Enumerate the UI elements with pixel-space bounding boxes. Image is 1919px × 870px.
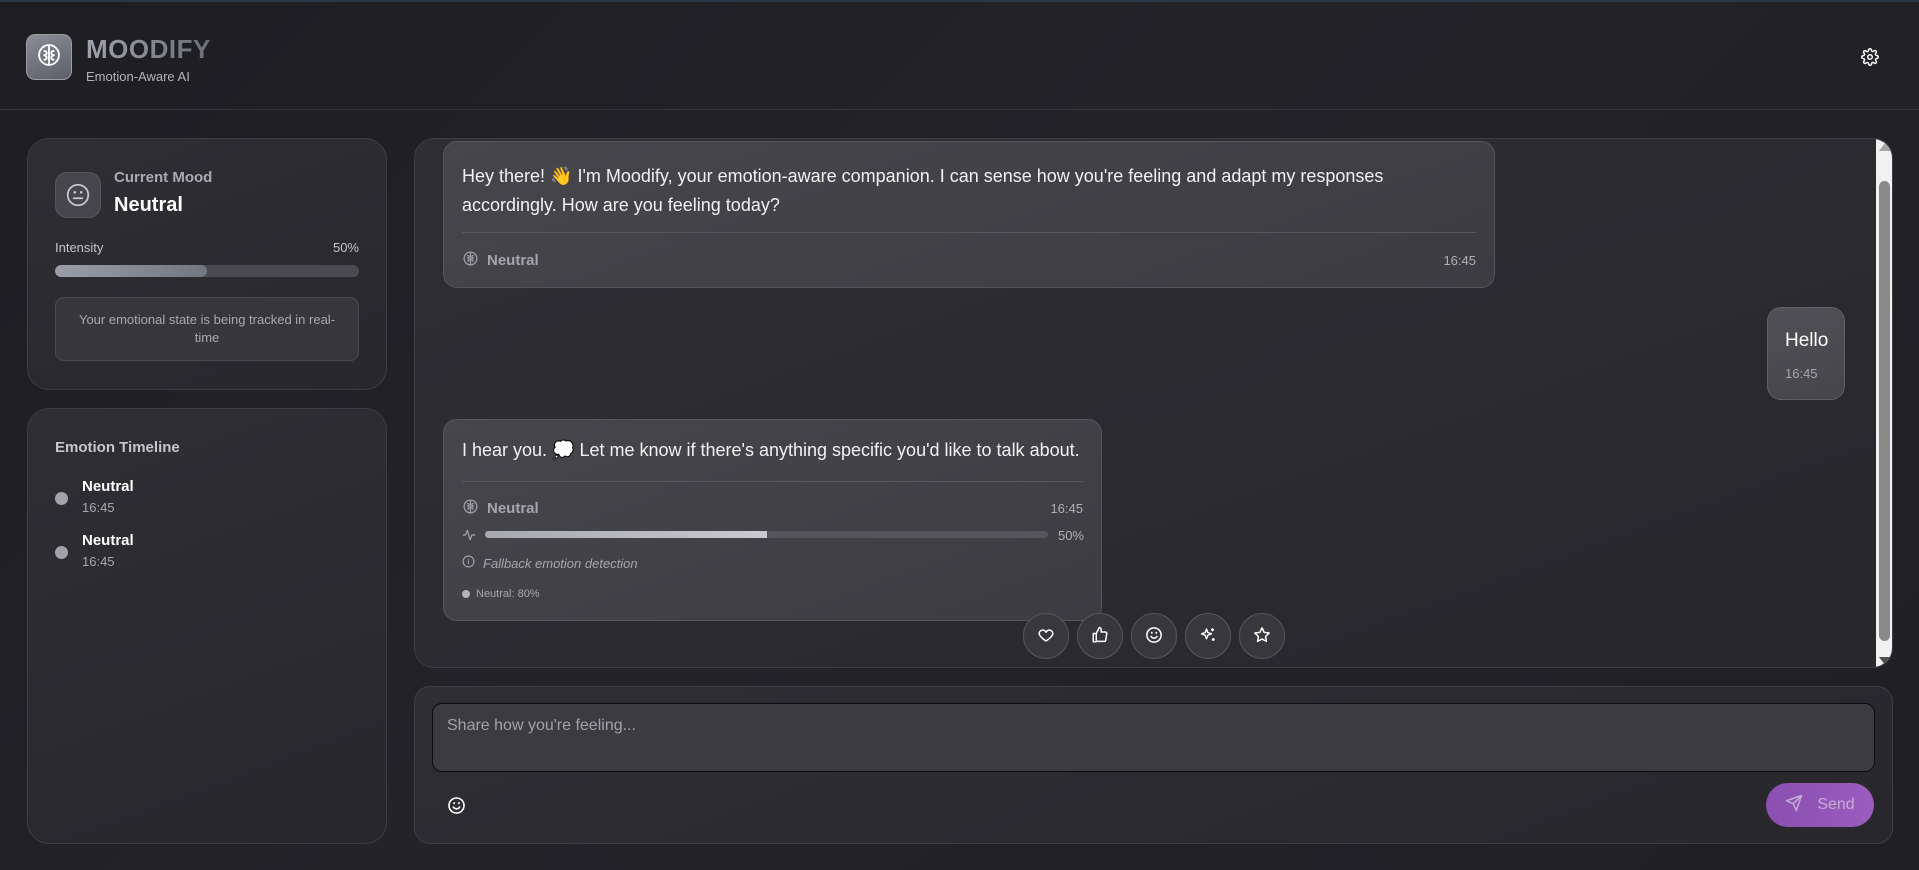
send-icon bbox=[1785, 794, 1803, 817]
confidence-bar-fill bbox=[485, 531, 767, 538]
react-sparkles-button[interactable] bbox=[1185, 613, 1231, 659]
current-mood-label: Current Mood bbox=[114, 169, 213, 186]
react-heart-button[interactable] bbox=[1023, 613, 1069, 659]
current-mood-card: Current Mood Neutral Intensity 50% Your … bbox=[27, 138, 387, 390]
message-input[interactable] bbox=[432, 703, 1875, 772]
message-text: I hear you. 💭 Let me know if there's any… bbox=[462, 440, 1080, 460]
message-time: 16:45 bbox=[1050, 501, 1083, 516]
gear-icon[interactable] bbox=[1860, 47, 1880, 67]
message-divider bbox=[462, 481, 1083, 482]
message-emotion-tag: Neutral bbox=[462, 250, 539, 271]
star-icon bbox=[1253, 626, 1271, 647]
brain-icon bbox=[462, 250, 479, 271]
timeline-dot bbox=[55, 492, 68, 505]
react-thumbs-up-button[interactable] bbox=[1077, 613, 1123, 659]
neutral-face-icon bbox=[55, 172, 101, 218]
emotion-label: Neutral bbox=[487, 500, 539, 517]
timeline-title: Emotion Timeline bbox=[55, 439, 180, 456]
bot-message: I hear you. 💭 Let me know if there's any… bbox=[443, 419, 1102, 621]
chat-area[interactable]: Hey there! 👋 I'm Moodify, your emotion-a… bbox=[414, 138, 1893, 668]
message-time: 16:45 bbox=[1443, 253, 1476, 268]
info-icon bbox=[462, 555, 475, 571]
smile-icon bbox=[1145, 626, 1163, 647]
react-star-button[interactable] bbox=[1239, 613, 1285, 659]
intensity-bar bbox=[55, 265, 359, 277]
emotion-distribution: Neutral: 80% bbox=[462, 588, 540, 600]
brain-icon bbox=[462, 498, 479, 519]
timeline-item: Neutral 16:45 bbox=[55, 530, 355, 574]
app-header: MOODIFY Emotion-Aware AI bbox=[0, 2, 1919, 110]
timeline-time: 16:45 bbox=[82, 554, 115, 569]
chat-scrollbar[interactable] bbox=[1876, 139, 1892, 667]
scrollbar-thumb[interactable] bbox=[1879, 181, 1890, 641]
app-subtitle: Emotion-Aware AI bbox=[86, 69, 190, 84]
send-label: Send bbox=[1817, 796, 1855, 813]
timeline-dot bbox=[55, 546, 68, 559]
distribution-dot bbox=[462, 590, 470, 598]
intensity-label: Intensity bbox=[55, 240, 104, 255]
tracking-note: Your emotional state is being tracked in… bbox=[55, 297, 359, 361]
timeline-time: 16:45 bbox=[82, 500, 115, 515]
message-text: Hey there! 👋 I'm Moodify, your emotion-a… bbox=[462, 166, 1384, 215]
message-emotion-tag: Neutral bbox=[462, 498, 539, 519]
activity-icon bbox=[462, 528, 476, 547]
message-composer: Send bbox=[414, 686, 1893, 844]
timeline-item: Neutral 16:45 bbox=[55, 476, 355, 520]
brain-icon bbox=[35, 41, 63, 74]
smile-icon bbox=[447, 796, 466, 818]
send-button[interactable]: Send bbox=[1766, 783, 1874, 827]
distribution-text: Neutral: 80% bbox=[476, 588, 540, 600]
message-divider bbox=[462, 232, 1476, 233]
emotion-label: Neutral bbox=[487, 252, 539, 269]
timeline-emotion: Neutral bbox=[82, 532, 134, 549]
timeline-emotion: Neutral bbox=[82, 478, 134, 495]
emoji-picker-button[interactable] bbox=[445, 796, 467, 818]
message-time: 16:45 bbox=[1785, 366, 1818, 381]
scroll-down-arrow-icon[interactable] bbox=[1879, 657, 1891, 665]
current-mood-value: Neutral bbox=[114, 194, 183, 216]
intensity-value: 50% bbox=[332, 240, 359, 255]
emotion-timeline-card: Emotion Timeline Neutral 16:45 Neutral 1… bbox=[27, 408, 387, 844]
heart-icon bbox=[1037, 626, 1055, 647]
intensity-bar-fill bbox=[55, 265, 207, 277]
confidence-value: 50% bbox=[1057, 528, 1084, 543]
message-text: Hello bbox=[1785, 330, 1829, 351]
reaction-bar bbox=[1023, 613, 1285, 659]
scroll-up-arrow-icon[interactable] bbox=[1879, 143, 1891, 151]
app-title: MOODIFY bbox=[86, 34, 211, 64]
bot-message: Hey there! 👋 I'm Moodify, your emotion-a… bbox=[443, 141, 1495, 288]
confidence-row: 50% bbox=[462, 528, 1084, 543]
app-logo bbox=[26, 34, 72, 80]
fallback-note: Fallback emotion detection bbox=[462, 555, 638, 571]
react-smile-button[interactable] bbox=[1131, 613, 1177, 659]
sparkles-icon bbox=[1199, 626, 1217, 647]
user-message: Hello 16:45 bbox=[1767, 307, 1845, 400]
fallback-text: Fallback emotion detection bbox=[483, 555, 638, 571]
thumbs-up-icon bbox=[1091, 626, 1109, 647]
confidence-bar bbox=[485, 531, 1048, 538]
